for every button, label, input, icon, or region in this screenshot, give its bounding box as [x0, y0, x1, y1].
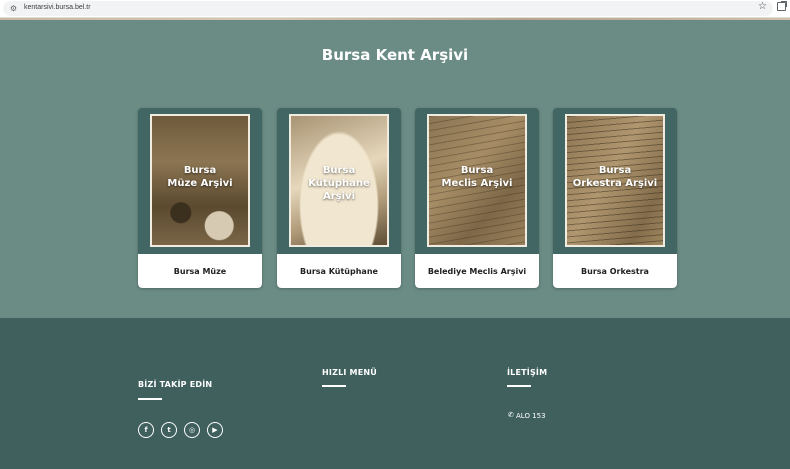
url-text[interactable]: kentarsivi.bursa.bel.tr — [24, 3, 91, 13]
card-orkestra[interactable]: Bursa Orkestra Arşivi Bursa Orkestra — [553, 108, 677, 288]
card-image-muze[interactable]: Bursa Müze Arşivi — [150, 114, 250, 247]
card-caption: Bursa Orkestra Arşivi — [572, 165, 658, 189]
phone-icon: ✆ — [508, 411, 514, 419]
card-caption: Bursa Meclis Arşivi — [441, 165, 513, 189]
card-image-meclis[interactable]: Bursa Meclis Arşivi — [427, 114, 527, 247]
contact-heading: İLETİŞİM — [507, 368, 548, 377]
address-bar[interactable]: ⚙ kentarsivi.bursa.bel.tr — [3, 1, 773, 16]
card-label-muze[interactable]: Bursa Müze — [138, 254, 262, 288]
card-caption: Bursa Kütüphane Arşivi — [308, 165, 370, 202]
card-muze[interactable]: Bursa Müze Arşivi Bursa Müze — [138, 108, 262, 288]
card-label-kutuphane[interactable]: Bursa Kütüphane — [277, 254, 401, 288]
card-label-orkestra[interactable]: Bursa Orkestra — [553, 254, 677, 288]
card-image-kutuphane[interactable]: Bursa Kütüphane Arşivi — [289, 114, 389, 247]
youtube-icon[interactable]: ▶ — [207, 422, 223, 438]
card-meclis[interactable]: Bursa Meclis Arşivi Belediye Meclis Arşiv… — [415, 108, 539, 288]
phone-number[interactable]: ALO 153 — [516, 412, 546, 420]
bookmark-star-icon[interactable]: ☆ — [758, 0, 767, 14]
card-caption: Bursa Müze Arşivi — [167, 165, 233, 189]
extension-icon[interactable] — [777, 1, 787, 11]
card-kutuphane[interactable]: Bursa Kütüphane Arşivi Bursa Kütüphane — [277, 108, 401, 288]
site-footer: BİZİ TAKİP EDİN HIZLI MENÜ İLETİŞİM f t … — [0, 318, 790, 469]
card-image-orkestra[interactable]: Bursa Orkestra Arşivi — [565, 114, 665, 247]
card-label-meclis[interactable]: Belediye Meclis Arşivi — [415, 254, 539, 288]
follow-underline — [138, 398, 162, 400]
page-title: Bursa Kent Arşivi — [321, 46, 469, 64]
quick-menu-heading: HIZLI MENÜ — [322, 368, 377, 377]
archive-section: Bursa Kent Arşivi Bursa Müze Arşivi Bursa… — [0, 20, 790, 318]
facebook-icon[interactable]: f — [138, 422, 154, 438]
quick-menu-underline — [322, 385, 346, 387]
site-info-icon[interactable]: ⚙ — [9, 4, 18, 13]
twitter-icon[interactable]: t — [161, 422, 177, 438]
browser-toolbar: ⚙ kentarsivi.bursa.bel.tr ☆ — [0, 0, 790, 18]
contact-underline — [507, 385, 531, 387]
instagram-icon[interactable]: ◎ — [184, 422, 200, 438]
follow-heading: BİZİ TAKİP EDİN — [138, 380, 213, 389]
